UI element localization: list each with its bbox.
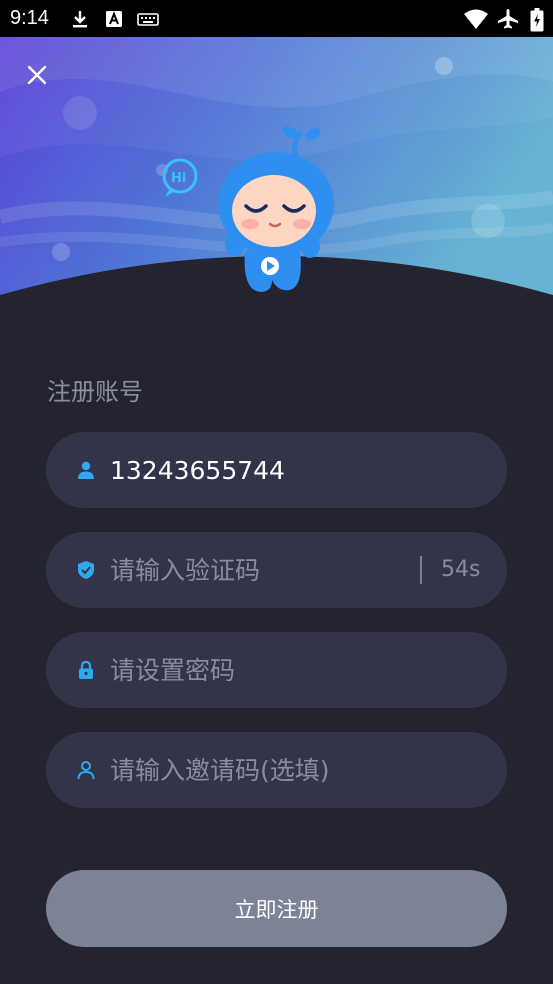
register-page: 9:14 Hi 注册账号 13243655744 请输入验证码 54s 请输入邀… <box>0 0 553 984</box>
password-field[interactable] <box>46 632 507 708</box>
close-icon[interactable] <box>22 60 52 90</box>
password-input[interactable] <box>110 632 440 708</box>
user-outline-icon <box>77 761 95 780</box>
mascot-illustration: Hi <box>162 126 334 292</box>
shield-check-icon <box>78 561 94 579</box>
code-field[interactable]: 54s <box>46 532 507 608</box>
download-icon <box>73 11 87 28</box>
invite-code-field[interactable] <box>46 732 507 808</box>
font-a-icon <box>106 11 122 27</box>
phone-input[interactable] <box>110 432 440 508</box>
svg-text:Hi: Hi <box>171 171 186 186</box>
code-countdown[interactable]: 54s <box>441 532 480 608</box>
user-icon <box>78 461 94 479</box>
hi-bubble-icon: Hi <box>162 158 198 197</box>
code-divider <box>420 556 422 584</box>
lock-icon <box>79 660 93 679</box>
page-title: 注册账号 <box>47 378 143 406</box>
airplane-icon <box>498 9 518 29</box>
status-bar: 9:14 <box>0 0 553 37</box>
register-button[interactable]: 立即注册 <box>46 870 507 947</box>
status-time: 9:14 <box>10 7 49 29</box>
code-input[interactable] <box>110 532 440 608</box>
keyboard-icon <box>137 13 159 26</box>
invite-code-input[interactable] <box>110 732 440 808</box>
phone-field[interactable] <box>46 432 507 508</box>
battery-charging-icon <box>530 8 544 32</box>
wifi-icon <box>464 9 488 29</box>
